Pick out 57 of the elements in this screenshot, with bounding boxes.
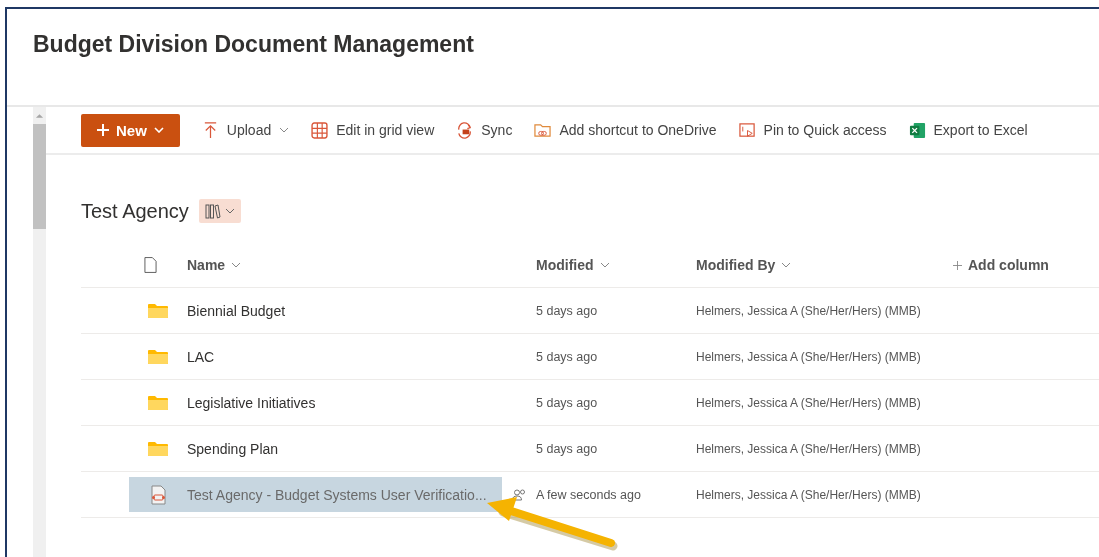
file-name[interactable]: Legislative Initiatives [187,394,316,411]
modified-by-cell: Helmers, Jessica A (She/Her/Hers) (MMB) [696,349,921,364]
modified-cell-text: 5 days ago [536,349,599,364]
modified-cell-text: 5 days ago [536,441,599,456]
folder-icon [148,395,168,410]
column-header[interactable]: Name [187,257,536,273]
caret-icon [279,127,290,133]
toolbar-command[interactable]: Pin to Quick access [738,121,887,139]
document-icon [144,256,157,274]
folder-icon [148,303,168,318]
modified-by-cell: Helmers, Jessica A (She/Her/Hers) (MMB) [696,303,921,318]
scroll-up-icon[interactable] [35,113,44,119]
caret-icon [224,208,235,214]
modified-cell-text: 5 days ago [536,395,599,410]
books-icon [204,203,221,219]
column-header[interactable]: Add column [953,257,1049,273]
sync-icon [456,121,474,139]
excel-icon [908,121,926,139]
file-icon [150,484,166,505]
site-title: Budget Division Document Management [33,31,474,58]
file-name[interactable]: Test Agency - Budget Systems User Verificatio... [187,486,487,503]
library-title: Test Agency [81,199,189,223]
column-header[interactable]: Modified [536,257,696,273]
caret-icon [153,127,164,133]
plus-icon [953,260,962,270]
file-row[interactable]: Legislative Initiatives [129,385,502,420]
caret-icon [781,262,792,268]
file-row[interactable]: Biennial Budget [129,293,502,328]
toolbar-command[interactable]: Export to Excel [908,121,1028,139]
folder-icon [148,441,168,456]
scrollbar[interactable] [33,107,46,557]
file-name[interactable]: Biennial Budget [187,302,286,319]
plus-icon [97,124,109,136]
file-name[interactable]: LAC [187,348,215,365]
modified-by-cell: Helmers, Jessica A (She/Her/Hers) (MMB) [696,487,921,502]
modified-by-cell: Helmers, Jessica A (She/Her/Hers) (MMB) [696,441,921,456]
toolbar-command[interactable]: Upload [201,121,290,139]
toolbar-command[interactable]: Edit in grid view [311,121,435,139]
column-header[interactable]: Modified By [696,257,953,273]
caret-icon [231,262,242,268]
modified-by-cell: Helmers, Jessica A (She/Her/Hers) (MMB) [696,395,921,410]
toolbar-command[interactable]: Add shortcut to OneDrive [534,121,717,139]
new-button[interactable]: New [81,113,180,147]
file-row[interactable]: LAC [129,339,502,374]
modified-cell-text: 5 days ago [536,303,599,318]
grid-icon [311,121,329,139]
pin-window-icon [738,121,756,139]
scroll-thumb[interactable] [33,124,46,229]
folder-icon [148,349,168,364]
folder-link-icon [534,121,552,139]
modified-cell-text: A few seconds ago [536,487,642,502]
file-row[interactable]: Spending Plan [129,431,502,466]
file-name[interactable]: Spending Plan [187,440,279,457]
caret-icon [599,262,610,268]
toolbar-command[interactable]: Sync [456,121,513,139]
file-row[interactable]: Test Agency - Budget Systems User Verificatio... [129,477,502,512]
view-switcher-button[interactable] [198,199,241,223]
